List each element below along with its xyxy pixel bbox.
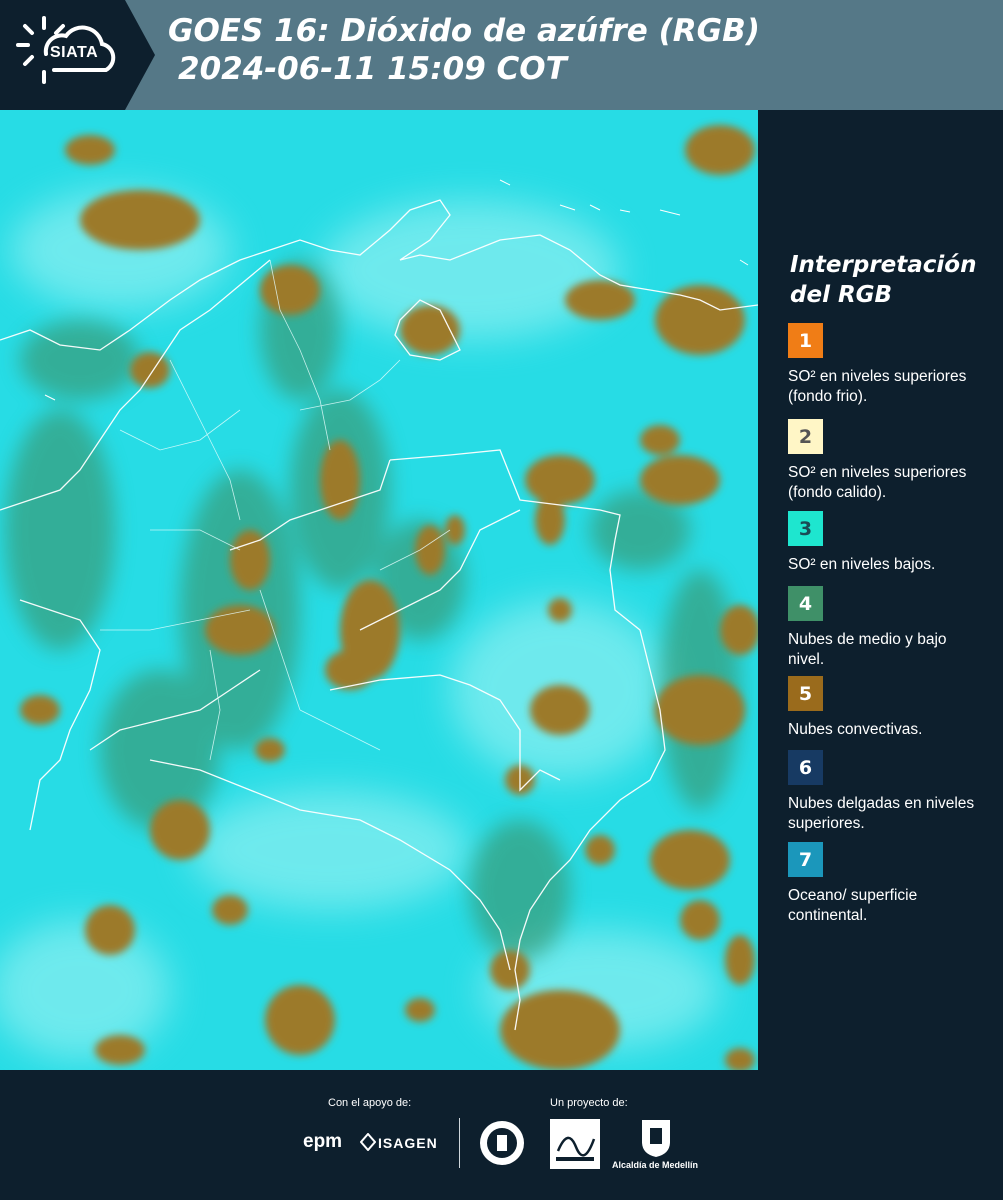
legend-label: SO² en niveles superiores (fondo calido)…	[788, 464, 967, 501]
legend-label: SO² en niveles superiores (fondo frio).	[788, 368, 967, 405]
legend-item-3: 3 SO² en niveles bajos.	[788, 511, 998, 575]
title-line-2: 2024-06-11 15:09 COT	[178, 51, 567, 87]
siata-logo: SIATA	[0, 0, 155, 110]
legend-swatch: 2	[788, 419, 823, 454]
legend-title-line-2: del RGB	[790, 282, 893, 308]
alcaldia-shield-icon	[642, 1120, 670, 1157]
legend-label: Oceano/ superficie continental.	[788, 887, 918, 924]
legend-title: Interpretación del RGB	[790, 250, 976, 310]
legend-item-6: 6 Nubes delgadas en niveles superiores.	[788, 750, 998, 834]
legend-swatch: 3	[788, 511, 823, 546]
logo-text: SIATA	[50, 44, 99, 61]
legend-item-1: 1 SO² en niveles superiores (fondo frio)…	[788, 323, 998, 407]
area-metropolitana-logo-icon	[550, 1119, 600, 1169]
legend-label: SO² en niveles bajos.	[788, 556, 936, 573]
alcaldia-label: Alcaldía de Medellín	[612, 1160, 699, 1170]
legend-swatch: 4	[788, 586, 823, 621]
legend-label: Nubes convectivas.	[788, 721, 923, 738]
isagen-icon	[360, 1133, 376, 1151]
satellite-map	[0, 110, 758, 1070]
legend-item-5: 5 Nubes convectivas.	[788, 676, 998, 740]
legend-swatch: 7	[788, 842, 823, 877]
page-title: GOES 16: Dióxido de azúfre (RGB) 2024-06…	[168, 12, 760, 88]
legend-title-line-1: Interpretación	[790, 252, 977, 278]
medellin-seal-icon	[480, 1121, 524, 1165]
legend-label: Nubes de medio y bajo nivel.	[788, 631, 947, 668]
isagen-logo: ISAGEN	[378, 1135, 438, 1151]
legend-item-2: 2 SO² en niveles superiores (fondo calid…	[788, 419, 998, 503]
legend-swatch: 5	[788, 676, 823, 711]
legend-item-4: 4 Nubes de medio y bajo nivel.	[788, 586, 998, 670]
legend-item-7: 7 Oceano/ superficie continental.	[788, 842, 998, 926]
footer-divider	[459, 1118, 460, 1168]
legend-label: Nubes delgadas en niveles superiores.	[788, 795, 975, 832]
legend-swatch: 1	[788, 323, 823, 358]
title-line-1: GOES 16: Dióxido de azúfre (RGB)	[168, 13, 760, 49]
epm-logo: epm	[303, 1131, 343, 1152]
legend-swatch: 6	[788, 750, 823, 785]
support-label: Con el apoyo de:	[328, 1097, 412, 1109]
project-label: Un proyecto de:	[550, 1097, 628, 1109]
satellite-image	[0, 110, 758, 1070]
